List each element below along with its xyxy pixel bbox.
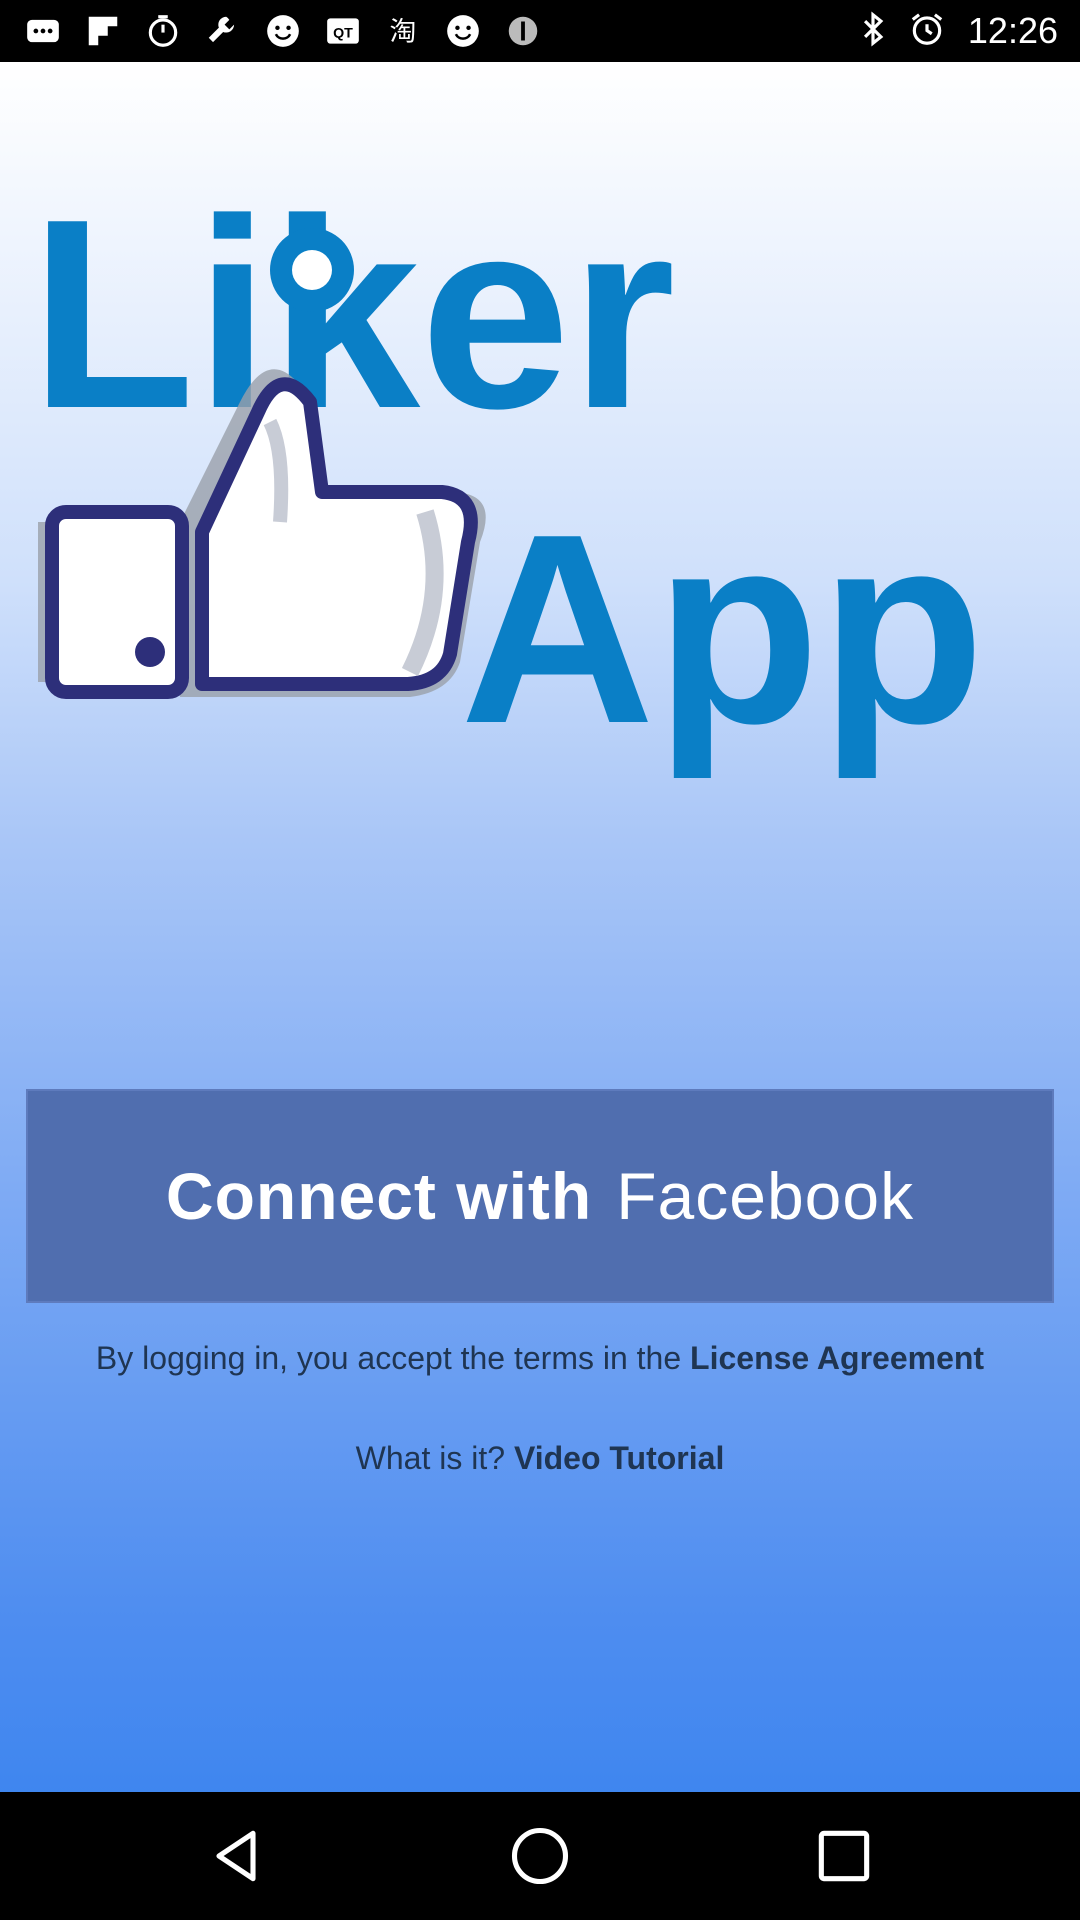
clock: 12:26: [967, 10, 1058, 51]
alarm-icon: [908, 10, 946, 53]
notification-icons: QT 淘: [22, 0, 544, 62]
bluetooth-icon: [854, 10, 892, 53]
info-icon: [502, 10, 544, 52]
tutorial-text: What is it? Video Tutorial: [0, 1440, 1080, 1477]
connect-label: Connect with: [165, 1159, 593, 1233]
taobao-icon: 淘: [382, 10, 424, 52]
terms-prefix: By logging in, you accept the terms in t…: [95, 1340, 691, 1376]
navigation-bar: [0, 1792, 1080, 1920]
logo-word-liker: Liker: [30, 192, 675, 465]
tutorial-prefix: What is it?: [355, 1440, 514, 1476]
license-agreement-link[interactable]: License Agreement: [690, 1340, 984, 1376]
liker-app-logo: Liker App: [30, 164, 1040, 832]
smiley-icon: [262, 10, 304, 52]
back-button[interactable]: [202, 1822, 270, 1890]
recents-button[interactable]: [810, 1822, 878, 1890]
recents-icon: [818, 1830, 870, 1882]
app-screen: Liker App Connect with Facebook By loggi…: [0, 62, 1080, 1792]
more-icon: [22, 10, 64, 52]
home-button[interactable]: [506, 1822, 574, 1890]
video-tutorial-link[interactable]: Video Tutorial: [514, 1440, 724, 1476]
status-bar: QT 淘 12:26: [0, 0, 1080, 62]
terms-text: By logging in, you accept the terms in t…: [0, 1340, 1080, 1377]
status-right: 12:26: [854, 0, 1058, 62]
back-icon: [216, 1830, 256, 1882]
home-icon: [511, 1827, 569, 1885]
connect-with-facebook-button[interactable]: Connect with Facebook: [26, 1089, 1054, 1303]
svg-text:QT: QT: [333, 25, 353, 41]
timer-icon: [142, 10, 184, 52]
svg-text:淘: 淘: [390, 17, 417, 48]
wrench-icon: [202, 10, 244, 52]
logo-word-app: App: [460, 479, 985, 781]
facebook-label: Facebook: [616, 1159, 915, 1233]
flipboard-icon: [82, 10, 124, 52]
qq-icon: QT: [322, 10, 364, 52]
smiley-icon: [442, 10, 484, 52]
